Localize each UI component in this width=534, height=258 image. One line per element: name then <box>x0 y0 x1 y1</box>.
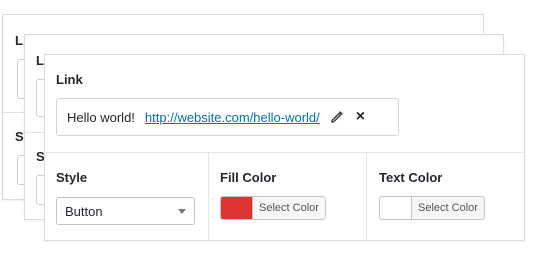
button-settings-panel: Link Hello world! http://website.com/hel… <box>44 54 525 241</box>
style-select-value: Button <box>65 203 103 219</box>
pencil-icon[interactable] <box>330 110 344 124</box>
link-label-peek: L <box>15 33 23 48</box>
link-heading: Link <box>56 72 83 87</box>
text-color-swatch[interactable] <box>380 197 412 219</box>
fill-color-swatch[interactable] <box>221 197 253 219</box>
text-color-label: Text Color <box>379 170 443 185</box>
link-url[interactable]: http://website.com/hello-world/ <box>145 110 320 125</box>
column-divider <box>366 152 367 240</box>
column-divider <box>208 152 209 240</box>
fill-color-label: Fill Color <box>220 170 277 185</box>
style-select[interactable]: Button <box>56 197 195 225</box>
style-label-peek: S <box>15 129 24 144</box>
divider <box>45 152 524 153</box>
text-color-picker[interactable]: Select Color <box>379 196 485 220</box>
fill-color-picker[interactable]: Select Color <box>220 196 326 220</box>
fill-select-color-button[interactable]: Select Color <box>253 197 325 219</box>
text-select-color-button[interactable]: Select Color <box>412 197 484 219</box>
link-preview: Hello world! http://website.com/hello-wo… <box>56 98 399 136</box>
divider <box>3 112 25 113</box>
close-icon[interactable]: × <box>356 109 365 125</box>
divider <box>25 132 45 133</box>
link-label-peek: L <box>36 53 44 68</box>
style-label: Style <box>56 170 88 185</box>
chevron-down-icon <box>178 208 186 214</box>
link-text: Hello world! <box>67 109 135 125</box>
